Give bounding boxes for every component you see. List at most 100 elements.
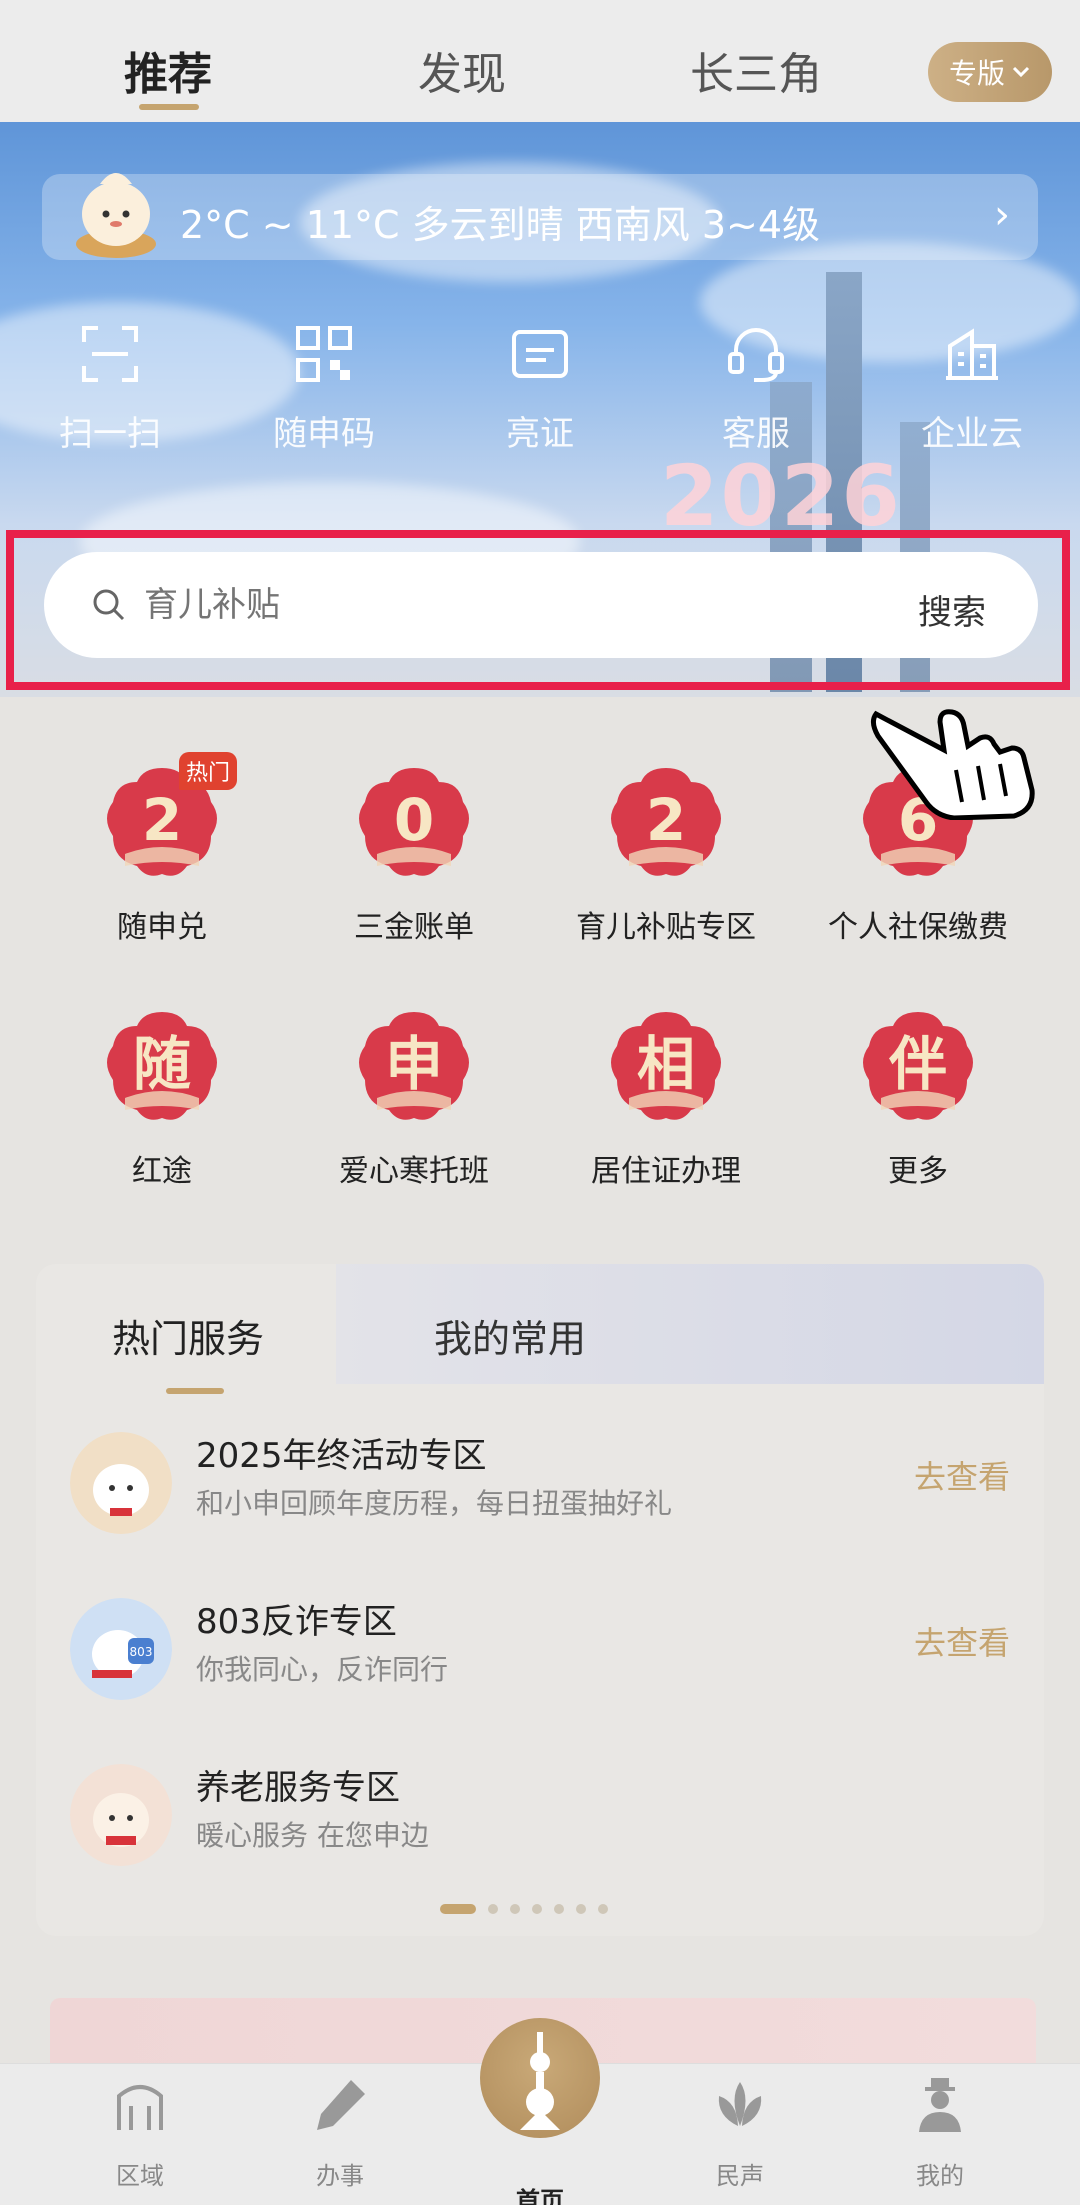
service-label: 育儿补贴专区 bbox=[576, 910, 756, 945]
list-item[interactable]: 803 803反诈专区 你我同心，反诈同行 去查看 bbox=[36, 1598, 1044, 1748]
tab-recommend[interactable]: 推荐 bbox=[124, 38, 212, 102]
region-icon bbox=[117, 2085, 163, 2130]
service-subtitle: 你我同心，反诈同行 bbox=[196, 1653, 449, 1686]
nav-profile[interactable]: 我的 bbox=[870, 2076, 1010, 2191]
search-bar[interactable]: 搜索 bbox=[44, 552, 1038, 658]
svg-text:2: 2 bbox=[142, 786, 182, 854]
svg-text:0: 0 bbox=[394, 786, 434, 854]
quick-action-service[interactable]: 客服 bbox=[676, 322, 836, 455]
svg-text:伴: 伴 bbox=[888, 1030, 947, 1098]
service-badge-icon: 随 bbox=[101, 1006, 223, 1128]
service-item[interactable]: 伴更多 bbox=[818, 1006, 1018, 1190]
service-item[interactable]: 申爱心寒托班 bbox=[314, 1006, 514, 1190]
quick-action-enterprise[interactable]: 企业云 bbox=[892, 322, 1052, 455]
service-label: 个人社保缴费 bbox=[828, 910, 1008, 945]
service-item[interactable]: 2 热门随申兑 bbox=[62, 752, 262, 946]
view-button[interactable]: 去查看 bbox=[914, 1452, 1010, 1498]
quick-action-id[interactable]: 亮证 bbox=[460, 322, 620, 455]
service-subtitle: 暖心服务 在您申边 bbox=[196, 1819, 429, 1852]
quick-action-label: 亮证 bbox=[506, 414, 574, 454]
hot-tag: 热门 bbox=[178, 752, 237, 790]
service-badge-icon: 伴 bbox=[857, 1006, 979, 1128]
pager-dot bbox=[510, 1904, 520, 1914]
search-button[interactable]: 搜索 bbox=[918, 585, 986, 634]
quick-action-label: 扫一扫 bbox=[59, 414, 161, 454]
tab-active-indicator bbox=[139, 104, 199, 110]
service-badge-icon: 0 bbox=[353, 762, 475, 884]
quick-action-label: 随申码 bbox=[273, 414, 375, 454]
pearl-tower-icon bbox=[520, 2032, 560, 2130]
svg-text:803: 803 bbox=[130, 1645, 153, 1659]
elderly-care-avatar-icon bbox=[70, 1764, 172, 1866]
pager-dot bbox=[576, 1904, 586, 1914]
nav-affairs[interactable]: 办事 bbox=[270, 2076, 410, 2191]
id-card-icon bbox=[508, 322, 572, 386]
lotus-icon bbox=[718, 2082, 762, 2126]
headset-icon bbox=[724, 322, 788, 386]
svg-text:2: 2 bbox=[646, 786, 686, 854]
list-item[interactable]: 2025年终活动专区 和小申回顾年度历程，每日扭蛋抽好礼 去查看 bbox=[36, 1432, 1044, 1582]
tab-discover[interactable]: 发现 bbox=[418, 38, 506, 102]
service-item[interactable]: 0 三金账单 bbox=[314, 762, 514, 946]
home-screen: 推荐 发现 长三角 专版 2°C ~ 11°C 多云到晴 西南风 3~4级 › … bbox=[0, 0, 1080, 2205]
service-item[interactable]: 随红途 bbox=[62, 1006, 262, 1190]
nav-region[interactable]: 区域 bbox=[70, 2076, 210, 2191]
svg-text:申: 申 bbox=[385, 1030, 443, 1098]
pro-edition-button[interactable]: 专版 bbox=[928, 42, 1052, 102]
quick-action-label: 企业云 bbox=[921, 414, 1023, 454]
carousel-pager bbox=[440, 1904, 608, 1914]
tab-my-favorites[interactable]: 我的常用 bbox=[434, 1308, 586, 1363]
service-label: 随申兑 bbox=[117, 910, 207, 945]
scan-icon bbox=[78, 322, 142, 386]
service-subtitle: 和小申回顾年度历程，每日扭蛋抽好礼 bbox=[196, 1487, 673, 1520]
service-label: 爱心寒托班 bbox=[339, 1154, 489, 1189]
pointer-hand-icon bbox=[870, 709, 1035, 820]
svg-text:随: 随 bbox=[133, 1030, 191, 1098]
pager-dot bbox=[598, 1904, 608, 1914]
pager-dot bbox=[532, 1904, 542, 1914]
building-icon bbox=[940, 322, 1004, 386]
card-tab-indicator bbox=[166, 1388, 224, 1394]
list-item[interactable]: 养老服务专区 暖心服务 在您申边 bbox=[36, 1764, 1044, 1914]
pager-dot bbox=[440, 1904, 476, 1914]
mascot-icon bbox=[76, 173, 156, 258]
service-title: 803反诈专区 bbox=[196, 1602, 397, 1642]
service-title: 2025年终活动专区 bbox=[196, 1436, 487, 1476]
service-title: 养老服务专区 bbox=[196, 1768, 400, 1808]
top-tab-bar: 推荐 发现 长三角 专版 bbox=[0, 0, 1080, 122]
service-item[interactable]: 2 育儿补贴专区 bbox=[566, 762, 766, 946]
tab-yangtze-delta[interactable]: 长三角 bbox=[690, 38, 822, 102]
service-label: 更多 bbox=[888, 1154, 948, 1189]
anti-fraud-avatar-icon: 803 bbox=[70, 1598, 172, 1700]
hot-services-card: 热门服务 我的常用 2025年终活动专区 和小申回顾年度历程，每日扭蛋抽好礼 去… bbox=[36, 1264, 1044, 1936]
profile-icon bbox=[919, 2078, 961, 2132]
service-badge-icon: 相 bbox=[605, 1006, 727, 1128]
qr-code-icon bbox=[292, 322, 356, 386]
service-badge-icon: 2 热门 bbox=[101, 752, 237, 884]
chevron-right-icon: › bbox=[994, 192, 1010, 238]
nav-home[interactable] bbox=[480, 2018, 600, 2138]
chevron-down-icon bbox=[1012, 66, 1030, 78]
weather-bar[interactable]: 2°C ~ 11°C 多云到晴 西南风 3~4级 › bbox=[42, 173, 1038, 260]
service-label: 三金账单 bbox=[354, 910, 474, 945]
service-item[interactable]: 相居住证办理 bbox=[566, 1006, 766, 1190]
quick-action-scan[interactable]: 扫一扫 bbox=[30, 322, 190, 455]
pro-edition-label: 专版 bbox=[948, 57, 1005, 90]
weather-text: 2°C ~ 11°C 多云到晴 西南风 3~4级 bbox=[180, 203, 821, 247]
service-badge-icon: 申 bbox=[353, 1006, 475, 1128]
mascot-avatar-icon bbox=[70, 1432, 172, 1534]
tab-hot-services[interactable]: 热门服务 bbox=[112, 1308, 264, 1363]
pager-dot bbox=[488, 1904, 498, 1914]
svg-text:相: 相 bbox=[637, 1030, 695, 1098]
nav-home-label: 首页 bbox=[516, 2187, 564, 2205]
search-input[interactable] bbox=[144, 552, 844, 658]
search-icon bbox=[93, 589, 125, 621]
service-badge-icon: 2 bbox=[605, 762, 727, 884]
nav-public-voice[interactable]: 民声 bbox=[670, 2076, 810, 2191]
view-button[interactable]: 去查看 bbox=[914, 1618, 1010, 1664]
quick-action-qr[interactable]: 随申码 bbox=[244, 322, 404, 455]
pen-icon bbox=[317, 2080, 365, 2130]
service-label: 红途 bbox=[132, 1154, 192, 1189]
pager-dot bbox=[554, 1904, 564, 1914]
service-label: 居住证办理 bbox=[591, 1154, 741, 1189]
